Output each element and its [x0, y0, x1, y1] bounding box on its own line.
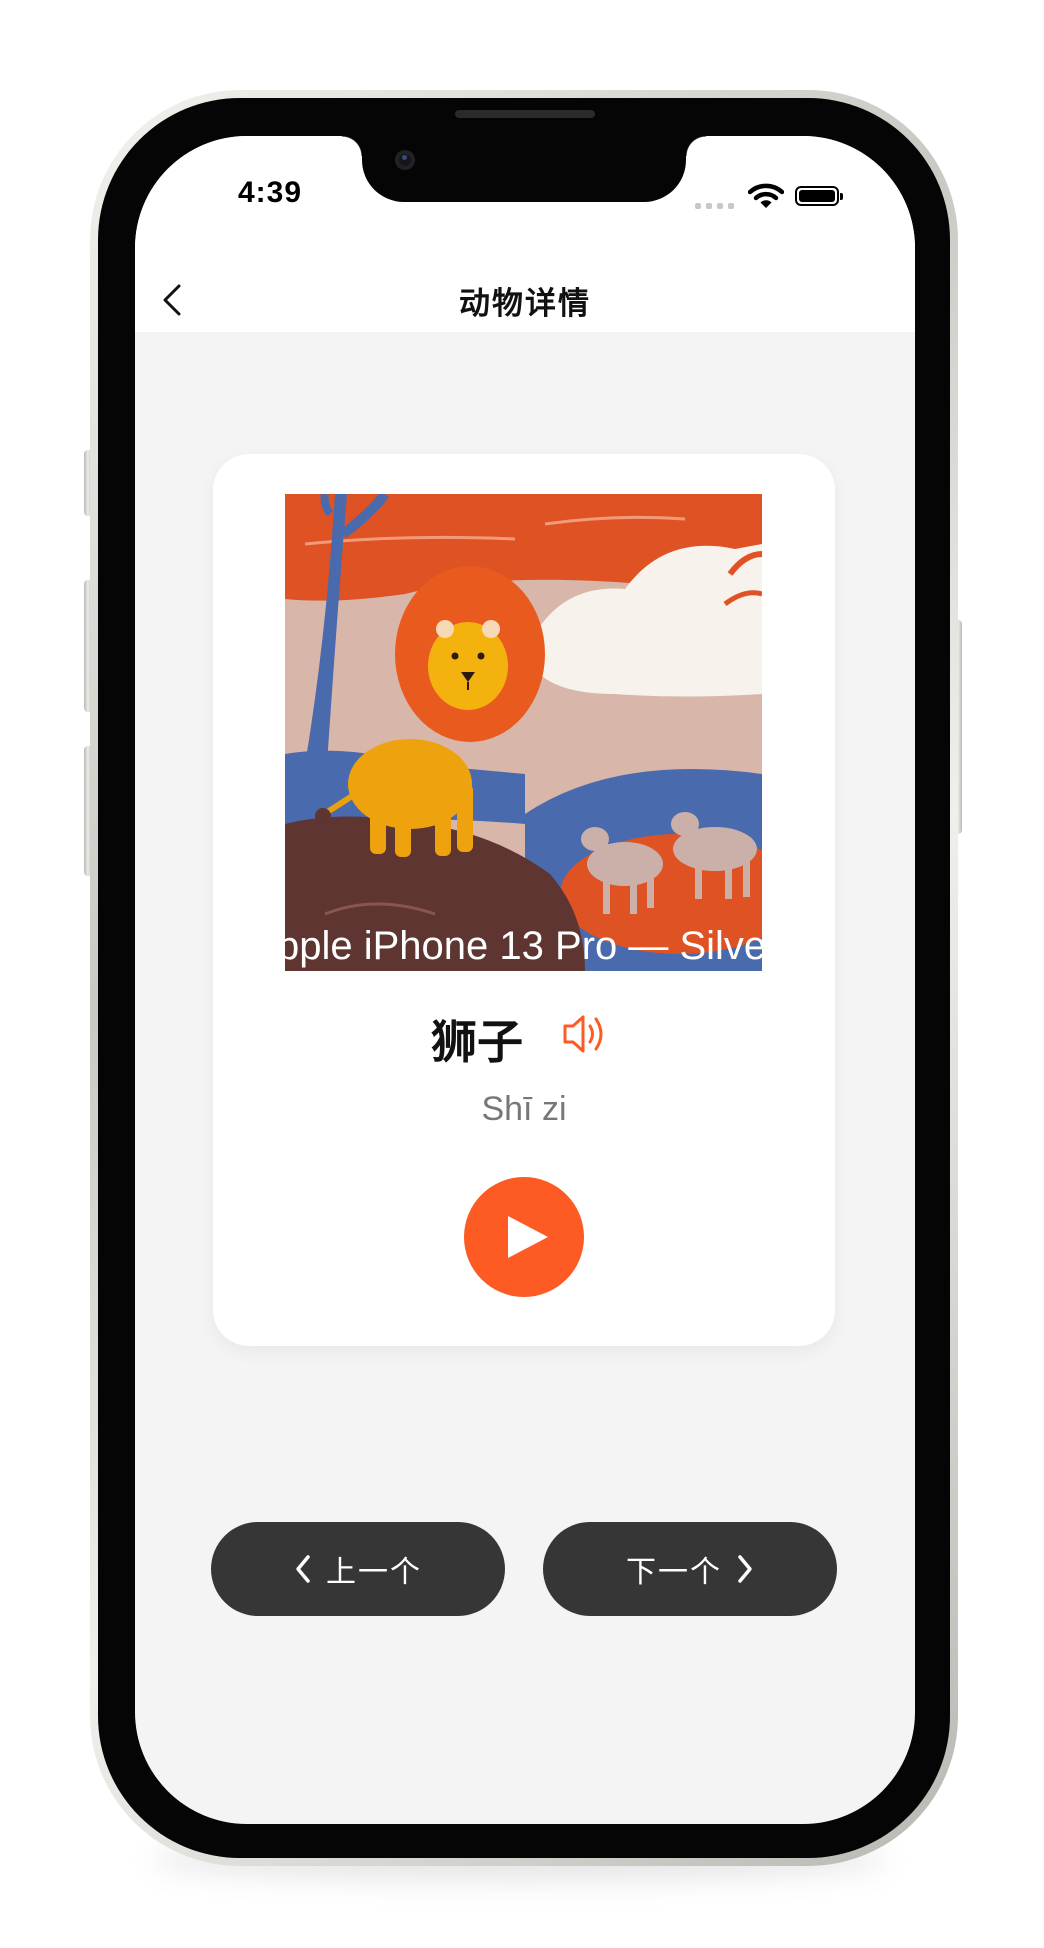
previous-label: 上一个 [326, 1555, 422, 1590]
pinyin-text: Shī zi [481, 1090, 567, 1128]
play-button[interactable] [464, 1177, 584, 1297]
animal-name: 狮子 [431, 1015, 523, 1069]
notch [342, 136, 706, 202]
play-icon [508, 1216, 548, 1258]
wifi-icon [748, 183, 784, 208]
speaker-icon [563, 1015, 603, 1053]
screen: 4:39 动物详情 pple iPhone 13 Pro — Silve 狮子 … [135, 136, 915, 1824]
image-caption: pple iPhone 13 Pro — Silve [285, 924, 762, 968]
pronounce-button[interactable] [559, 1010, 611, 1058]
cellular-signal-icon [695, 203, 734, 209]
nav-bar: 动物详情 [135, 266, 915, 332]
battery-icon [795, 186, 843, 206]
earpiece [455, 110, 595, 118]
front-camera [395, 150, 415, 170]
lion-image [285, 494, 762, 971]
animal-card: pple iPhone 13 Pro — Silve 狮子 Shī zi [213, 454, 835, 1346]
chevron-right-icon [738, 1555, 752, 1583]
previous-button[interactable]: 上一个 [211, 1522, 505, 1616]
next-button[interactable]: 下一个 [543, 1522, 837, 1616]
lion-illustration: pple iPhone 13 Pro — Silve [285, 494, 762, 971]
page-title: 动物详情 [459, 286, 591, 322]
status-time: 4:39 [238, 176, 303, 209]
next-label: 下一个 [626, 1555, 722, 1590]
chevron-left-icon [296, 1555, 310, 1583]
